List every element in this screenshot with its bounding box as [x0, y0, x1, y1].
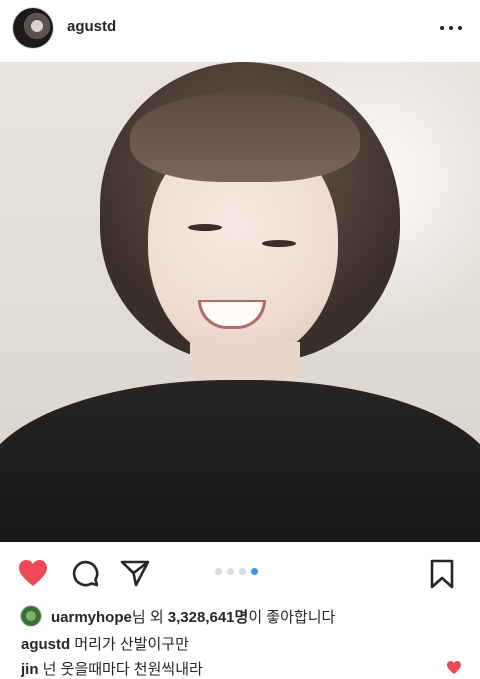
- action-bar: [0, 542, 480, 602]
- comment-heart-icon[interactable]: [446, 660, 462, 675]
- post-username[interactable]: agustd: [67, 18, 116, 35]
- photo-bangs: [130, 92, 360, 182]
- more-dot: [440, 26, 444, 30]
- comment-row: jin 넌 웃을때마다 천원씩내라: [21, 658, 203, 679]
- carousel-dot: [251, 568, 258, 575]
- more-dot: [458, 26, 462, 30]
- avatar[interactable]: [13, 8, 53, 48]
- comment-text: 넌 웃을때마다 천원씩내라: [42, 661, 203, 678]
- comment-text: 머리가 산발이구만: [74, 636, 189, 653]
- carousel-indicator: [215, 568, 258, 575]
- liker-username[interactable]: uarmyhope: [51, 609, 132, 626]
- more-dot: [449, 26, 453, 30]
- carousel-dot: [215, 568, 222, 575]
- bookmark-icon[interactable]: [429, 559, 455, 589]
- carousel-dot: [227, 568, 234, 575]
- comment-row: agustd 머리가 산발이구만: [21, 633, 189, 654]
- share-icon[interactable]: [120, 559, 150, 587]
- likes-count[interactable]: 3,328,641명: [168, 609, 249, 626]
- heart-icon[interactable]: [17, 558, 49, 588]
- likes-summary: uarmyhope님 외 3,328,641명이 좋아합니다: [0, 602, 480, 628]
- likes-text-middle: 님 외: [131, 609, 168, 626]
- more-options-icon[interactable]: [440, 25, 462, 31]
- post-header: agustd: [0, 0, 480, 62]
- comment-username[interactable]: agustd: [21, 636, 70, 653]
- comment-icon[interactable]: [71, 559, 99, 587]
- comment-username[interactable]: jin: [21, 661, 39, 678]
- liker-avatar[interactable]: [21, 606, 41, 626]
- likes-text: uarmyhope님 외 3,328,641명이 좋아합니다: [51, 606, 335, 627]
- photo-eye: [188, 224, 222, 231]
- post-photo[interactable]: [0, 62, 480, 542]
- carousel-dot: [239, 568, 246, 575]
- likes-text-end: 이 좋아합니다: [248, 609, 336, 626]
- photo-eye: [262, 240, 296, 247]
- photo-shirt: [0, 380, 480, 542]
